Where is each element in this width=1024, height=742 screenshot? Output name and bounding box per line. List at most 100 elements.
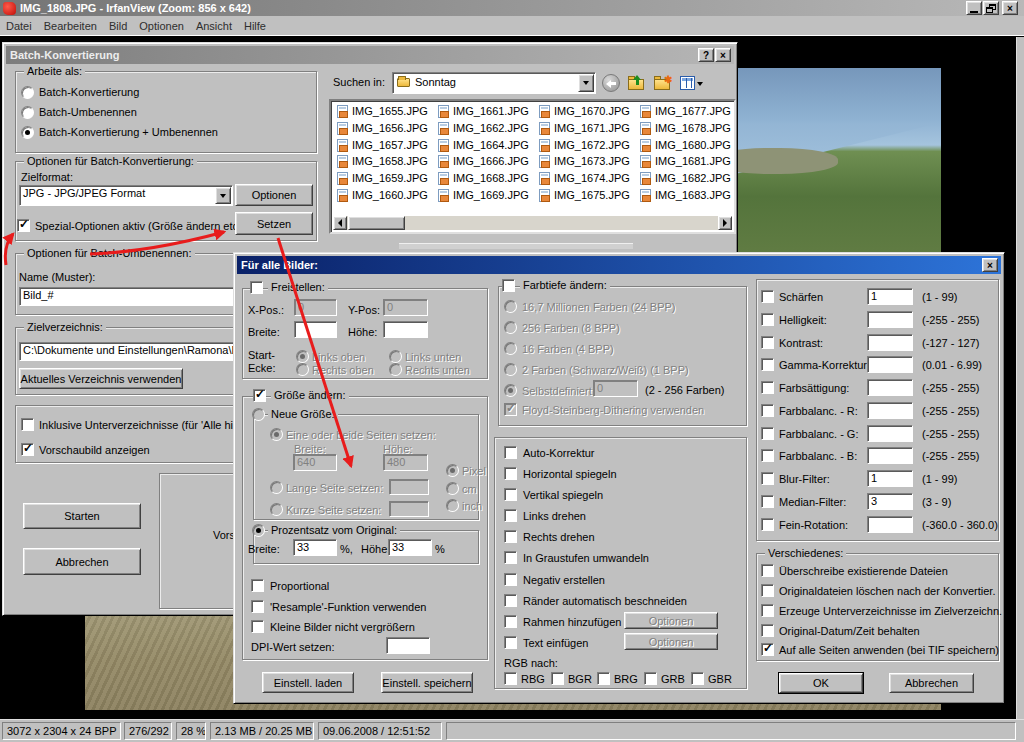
scrollbar-thumb[interactable] bbox=[348, 216, 405, 230]
ueberschreibe-checkbox[interactable] bbox=[761, 564, 774, 577]
optionen-button[interactable]: Optionen bbox=[235, 184, 313, 206]
menu-hilfe[interactable]: Hilfe bbox=[238, 18, 272, 34]
fab-abbrechen-button[interactable]: Abbrechen bbox=[889, 673, 974, 693]
file-item[interactable]: IMG_1674.JPG bbox=[554, 172, 630, 185]
minimize-button[interactable] bbox=[966, 1, 982, 15]
scroll-left-button[interactable] bbox=[333, 216, 347, 230]
aktuelles-verzeichnis-button[interactable]: Aktuelles Verzeichnis verwenden bbox=[19, 368, 183, 389]
rbg-checkbox[interactable] bbox=[504, 672, 517, 685]
brg-checkbox[interactable] bbox=[597, 672, 610, 685]
horizontal-scrollbar[interactable] bbox=[333, 216, 732, 230]
radio-batch-konvertierung[interactable] bbox=[21, 86, 34, 99]
datum-behalten-checkbox[interactable] bbox=[761, 624, 774, 637]
suchen-dropdown-button[interactable] bbox=[578, 74, 594, 92]
starten-button[interactable]: Starten bbox=[23, 503, 141, 529]
file-item[interactable]: IMG_1664.JPG bbox=[453, 139, 529, 152]
median-filter-input[interactable]: 3 bbox=[867, 493, 913, 510]
file-item[interactable]: IMG_1670.JPG bbox=[554, 105, 630, 118]
file-item[interactable]: IMG_1669.JPG bbox=[453, 189, 529, 202]
file-item[interactable]: IMG_1681.JPG bbox=[655, 155, 731, 168]
farbsaettigung-checkbox[interactable] bbox=[761, 381, 774, 394]
auto-korrektur-checkbox[interactable] bbox=[504, 446, 517, 459]
farbbalance-g-input[interactable] bbox=[867, 425, 913, 442]
file-item[interactable]: IMG_1672.JPG bbox=[554, 139, 630, 152]
ok-button[interactable]: OK bbox=[779, 673, 863, 693]
vertikal-spiegeln-checkbox[interactable] bbox=[504, 488, 517, 501]
groesse-aendern-checkbox[interactable] bbox=[253, 389, 266, 402]
prozentsatz-radio[interactable] bbox=[252, 524, 265, 537]
prozent-hoehe-input[interactable]: 33 bbox=[388, 539, 432, 556]
suchen-in-combobox[interactable]: Sonntag bbox=[392, 72, 596, 94]
helligkeit-checkbox[interactable] bbox=[761, 313, 774, 326]
file-list[interactable]: IMG_1655.JPG IMG_1656.JPG IMG_1657.JPG I… bbox=[329, 99, 736, 234]
fein-rotation-checkbox[interactable] bbox=[761, 518, 774, 531]
negativ-checkbox[interactable] bbox=[504, 573, 517, 586]
file-item[interactable]: IMG_1657.JPG bbox=[352, 139, 428, 152]
batch-help-button[interactable]: ? bbox=[698, 48, 714, 62]
farbtiefe-checkbox[interactable] bbox=[502, 279, 515, 292]
bgr-checkbox[interactable] bbox=[551, 672, 564, 685]
unterverzeichnisse-checkbox[interactable] bbox=[21, 418, 34, 431]
back-icon[interactable] bbox=[601, 73, 623, 93]
einstell-laden-button[interactable]: Einstell. laden bbox=[262, 672, 354, 693]
frei-hoehe-input[interactable] bbox=[383, 321, 428, 338]
farbbalance-b-checkbox[interactable] bbox=[761, 449, 774, 462]
farbbalance-g-checkbox[interactable] bbox=[761, 427, 774, 440]
menu-datei[interactable]: Datei bbox=[0, 18, 38, 34]
farbbalance-r-input[interactable] bbox=[867, 402, 913, 419]
median-filter-checkbox[interactable] bbox=[761, 495, 774, 508]
batch-dialog-titlebar[interactable]: Batch-Konvertierung ? × bbox=[6, 46, 734, 64]
erzeuge-unterverz-checkbox[interactable] bbox=[761, 604, 774, 617]
scroll-right-button[interactable] bbox=[718, 216, 732, 230]
rahmen-checkbox[interactable] bbox=[504, 615, 517, 628]
graustufen-checkbox[interactable] bbox=[504, 551, 517, 564]
gamma-input[interactable] bbox=[867, 356, 913, 373]
file-item[interactable]: IMG_1673.JPG bbox=[554, 155, 630, 168]
prozent-breite-input[interactable]: 33 bbox=[293, 539, 337, 556]
grb-checkbox[interactable] bbox=[644, 672, 657, 685]
text-einfuegen-checkbox[interactable] bbox=[504, 636, 517, 649]
file-item[interactable]: IMG_1675.JPG bbox=[554, 189, 630, 202]
batch-close-button[interactable]: × bbox=[715, 48, 731, 62]
farbbalance-b-input[interactable] bbox=[867, 447, 913, 464]
spezial-optionen-checkbox[interactable] bbox=[17, 219, 30, 232]
rechts-drehen-checkbox[interactable] bbox=[504, 530, 517, 543]
file-item[interactable]: IMG_1668.JPG bbox=[453, 172, 529, 185]
file-item[interactable]: IMG_1683.JPG bbox=[655, 189, 731, 202]
alle-seiten-checkbox[interactable] bbox=[761, 643, 774, 656]
vorschaubild-checkbox[interactable] bbox=[21, 443, 34, 456]
file-item[interactable]: IMG_1678.JPG bbox=[655, 122, 731, 135]
file-item[interactable]: IMG_1677.JPG bbox=[655, 105, 731, 118]
file-item[interactable]: IMG_1682.JPG bbox=[655, 172, 731, 185]
setzen-button[interactable]: Setzen bbox=[235, 212, 313, 235]
radio-batch-konv-umbenennen[interactable] bbox=[21, 126, 34, 139]
horizontal-spiegeln-checkbox[interactable] bbox=[504, 467, 517, 480]
menu-bearbeiten[interactable]: Bearbeiten bbox=[38, 18, 103, 34]
schaerfen-input[interactable]: 1 bbox=[867, 288, 913, 305]
file-item[interactable]: IMG_1659.JPG bbox=[352, 172, 428, 185]
einstell-speichern-button[interactable]: Einstell. speichern bbox=[381, 672, 473, 693]
farbbalance-r-checkbox[interactable] bbox=[761, 404, 774, 417]
fab-titlebar[interactable]: Für alle Bilder: × bbox=[237, 256, 1001, 274]
links-drehen-checkbox[interactable] bbox=[504, 509, 517, 522]
file-item[interactable]: IMG_1658.JPG bbox=[352, 155, 428, 168]
file-item[interactable]: IMG_1662.JPG bbox=[453, 122, 529, 135]
resample-checkbox[interactable] bbox=[251, 600, 264, 613]
file-item[interactable]: IMG_1671.JPG bbox=[554, 122, 630, 135]
new-folder-icon[interactable]: ✱ bbox=[653, 74, 675, 94]
farbsaettigung-input[interactable] bbox=[867, 379, 913, 396]
zielformat-combobox[interactable]: JPG - JPG/JPEG Format bbox=[19, 185, 233, 206]
dpi-input[interactable] bbox=[386, 637, 430, 654]
schaerfen-checkbox[interactable] bbox=[761, 290, 774, 303]
helligkeit-input[interactable] bbox=[867, 311, 913, 328]
kleine-bilder-checkbox[interactable] bbox=[251, 620, 264, 633]
radio-batch-umbenennen[interactable] bbox=[21, 106, 34, 119]
kontrast-input[interactable] bbox=[867, 334, 913, 351]
file-item[interactable]: IMG_1655.JPG bbox=[352, 105, 428, 118]
zielformat-dropdown-button[interactable] bbox=[215, 187, 231, 204]
proportional-checkbox[interactable] bbox=[251, 579, 264, 592]
menu-ansicht[interactable]: Ansicht bbox=[190, 18, 238, 34]
up-folder-icon[interactable] bbox=[627, 74, 649, 94]
file-item[interactable]: IMG_1661.JPG bbox=[453, 105, 529, 118]
gamma-checkbox[interactable] bbox=[761, 358, 774, 371]
